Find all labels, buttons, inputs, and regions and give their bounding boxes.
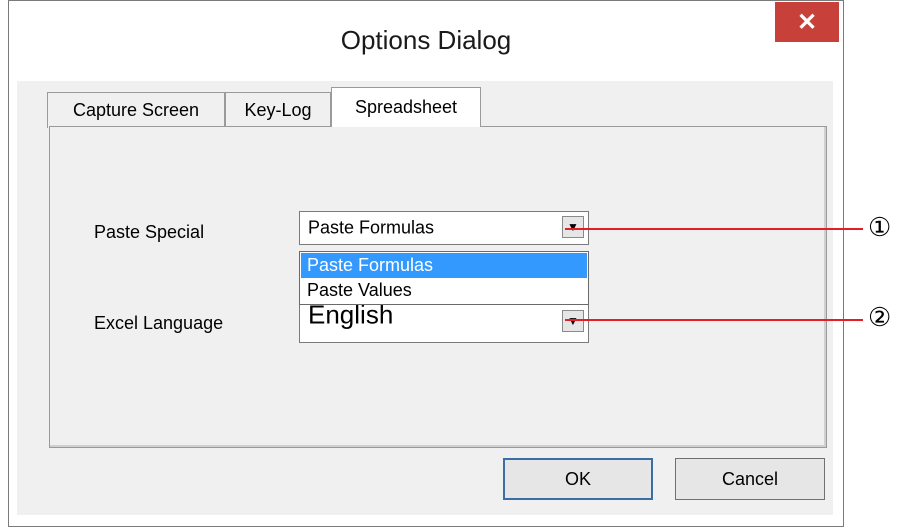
paste-special-dropdown-list: Paste Formulas Paste Values — [299, 251, 589, 305]
tab-key-log[interactable]: Key-Log — [225, 92, 331, 128]
excel-language-label: Excel Language — [94, 313, 224, 333]
cancel-button[interactable]: Cancel — [675, 458, 825, 500]
paste-special-value: Paste Formulas — [308, 217, 435, 238]
close-icon: ✕ — [796, 8, 818, 36]
excel-language-combobox[interactable]: English ▼ — [299, 300, 589, 343]
title-bar: Options Dialog ✕ — [9, 1, 843, 81]
cancel-button-label: Cancel — [721, 468, 779, 489]
dialog-title: Options Dialog — [340, 25, 512, 55]
tab-capture-screen[interactable]: Capture Screen — [47, 92, 225, 128]
chevron-down-icon[interactable]: ▼ — [562, 216, 584, 238]
tab-label: Spreadsheet — [354, 97, 458, 117]
paste-special-label: Paste Special — [94, 222, 205, 242]
callout-number-2: ② — [868, 302, 892, 332]
dropdown-option-paste-values[interactable]: Paste Values — [301, 278, 587, 303]
close-button[interactable]: ✕ — [775, 2, 839, 42]
chevron-down-icon[interactable]: ▼ — [562, 310, 584, 332]
dialog-client-area: Capture Screen Key-Log Spreadsheet Paste… — [17, 81, 833, 515]
paste-special-combobox[interactable]: Paste Formulas ▼ — [299, 211, 589, 245]
tab-label: Key-Log — [244, 100, 312, 120]
callout-line-2 — [565, 319, 863, 321]
callout-number-1: ① — [868, 212, 892, 242]
tab-label: Capture Screen — [72, 100, 200, 120]
options-dialog-window: Options Dialog ✕ Capture Screen Key-Log … — [8, 0, 844, 527]
dropdown-option-paste-formulas[interactable]: Paste Formulas — [301, 253, 587, 278]
ok-button-label: OK — [564, 468, 591, 489]
callout-line-1 — [565, 228, 863, 230]
ok-button[interactable]: OK — [503, 458, 653, 500]
tab-spreadsheet[interactable]: Spreadsheet — [331, 87, 481, 127]
